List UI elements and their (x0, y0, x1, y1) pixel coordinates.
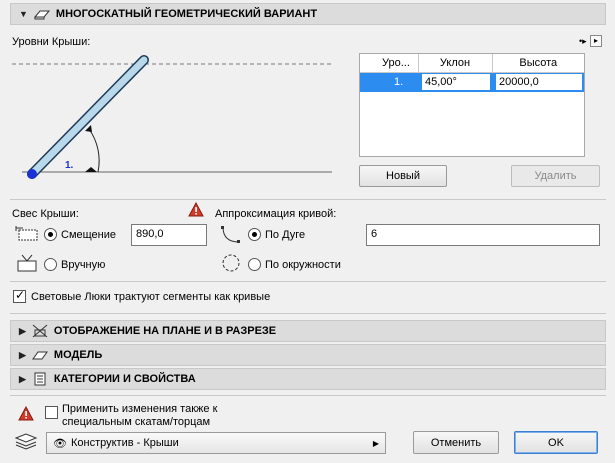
manual-overhang-icon (17, 254, 37, 272)
row-level-number: 1. (394, 76, 404, 89)
apply-label-line2: специальным скатам/торцам (62, 416, 211, 428)
section-label: КАТЕГОРИИ И СВОЙСТВА (53, 373, 196, 385)
column-header-level[interactable]: Уро... (360, 54, 419, 72)
expand-triangle-icon[interactable]: ▶ (19, 374, 26, 385)
delete-level-button[interactable]: Удалить (511, 165, 600, 187)
manual-label: Вручную (61, 259, 106, 271)
divider (10, 395, 606, 396)
arc-curve-icon (221, 226, 240, 243)
info-arrow-icon[interactable]: •▸ (579, 36, 587, 47)
roof-level-diagram: 1. (12, 55, 332, 179)
offset-label: Смещение (61, 229, 117, 241)
apply-special-checkbox[interactable] (45, 406, 58, 419)
expand-triangle-icon[interactable]: ▶ (19, 350, 26, 361)
section-header-model[interactable]: ▶ МОДЕЛЬ (10, 344, 606, 366)
table-row[interactable]: 1. 45,00° 20000,0 (360, 72, 584, 92)
layer-select-value: Конструктив - Крыши (70, 437, 179, 449)
model-icon (31, 351, 48, 360)
section-header-categories[interactable]: ▶ КАТЕГОРИИ И СВОЙСТВА (10, 368, 606, 390)
divider (10, 281, 606, 282)
divider (10, 313, 606, 314)
dropdown-arrow-icon: ▶ (372, 438, 379, 448)
eye-icon: 👁 (53, 437, 67, 450)
layers-icon (14, 433, 38, 450)
levels-table[interactable]: Уро... Уклон Высота 1. 45,00° 20000,0 (359, 53, 585, 157)
roof-pivot-dot (27, 169, 37, 179)
skylight-label: Световые Люки трактуют сегменты как крив… (31, 291, 271, 303)
layer-select[interactable]: 👁 Конструктив - Крыши ▶ (46, 432, 386, 454)
angle-arc (88, 128, 100, 173)
circle-curve-icon (222, 254, 240, 272)
new-level-button[interactable]: Новый (359, 165, 447, 187)
manual-radio[interactable] (44, 258, 57, 271)
column-header-height[interactable]: Высота (492, 54, 584, 72)
offset-radio[interactable] (44, 228, 57, 241)
circle-label: По окружности (265, 259, 341, 271)
info-button[interactable]: ▸ (590, 35, 602, 47)
offset-overhang-icon (15, 226, 38, 241)
ok-button[interactable]: OK (514, 431, 598, 454)
offset-value-field[interactable]: 890,0 (131, 224, 207, 246)
warning-icon (18, 406, 34, 421)
cancel-button[interactable]: Отменить (413, 431, 499, 454)
roof-slope-fill (28, 56, 148, 178)
section-header-plan-section[interactable]: ▶ ОТОБРАЖЕНИЕ НА ПЛАНЕ И В РАЗРЕЗЕ (10, 320, 606, 342)
collapse-triangle-icon[interactable]: ▼ (19, 9, 28, 19)
circle-radio[interactable] (248, 258, 261, 271)
section-header-geometry[interactable]: ▼ МНОГОСКАТНЫЙ ГЕОМЕТРИЧЕСКИЙ ВАРИАНТ (10, 3, 606, 25)
section-title: МНОГОСКАТНЫЙ ГЕОМЕТРИЧЕСКИЙ ВАРИАНТ (55, 8, 318, 20)
arc-segments-field[interactable]: 6 (366, 224, 600, 246)
section-label: ОТОБРАЖЕНИЕ НА ПЛАНЕ И В РАЗРЕЗЕ (53, 325, 277, 337)
height-cell[interactable]: 20000,0 (494, 74, 582, 91)
expand-triangle-icon[interactable]: ▶ (19, 326, 26, 337)
arc-radio[interactable] (248, 228, 261, 241)
overhang-label: Свес Крыши: (12, 208, 79, 220)
angle-arrow-bottom (85, 167, 97, 172)
diagram-level-label: 1. (65, 160, 74, 171)
skylight-checkbox[interactable]: ✓ (13, 288, 26, 303)
apply-label-line1: Применить изменения также к (62, 403, 218, 415)
warning-icon (188, 202, 204, 217)
arc-label: По Дуге (265, 229, 306, 241)
column-header-slope[interactable]: Уклон (418, 54, 493, 72)
apply-special-label: Применить изменения также к специальным … (62, 403, 217, 429)
roof-geometry-icon (33, 10, 50, 20)
slope-cell[interactable]: 45,00° (420, 74, 490, 91)
plan-section-icon (32, 324, 48, 338)
divider (10, 199, 606, 200)
roof-levels-label: Уровни Крыши: (12, 36, 91, 48)
approximation-label: Аппроксимация кривой: (215, 208, 337, 220)
section-label: МОДЕЛЬ (53, 349, 103, 361)
categories-icon (34, 372, 46, 386)
